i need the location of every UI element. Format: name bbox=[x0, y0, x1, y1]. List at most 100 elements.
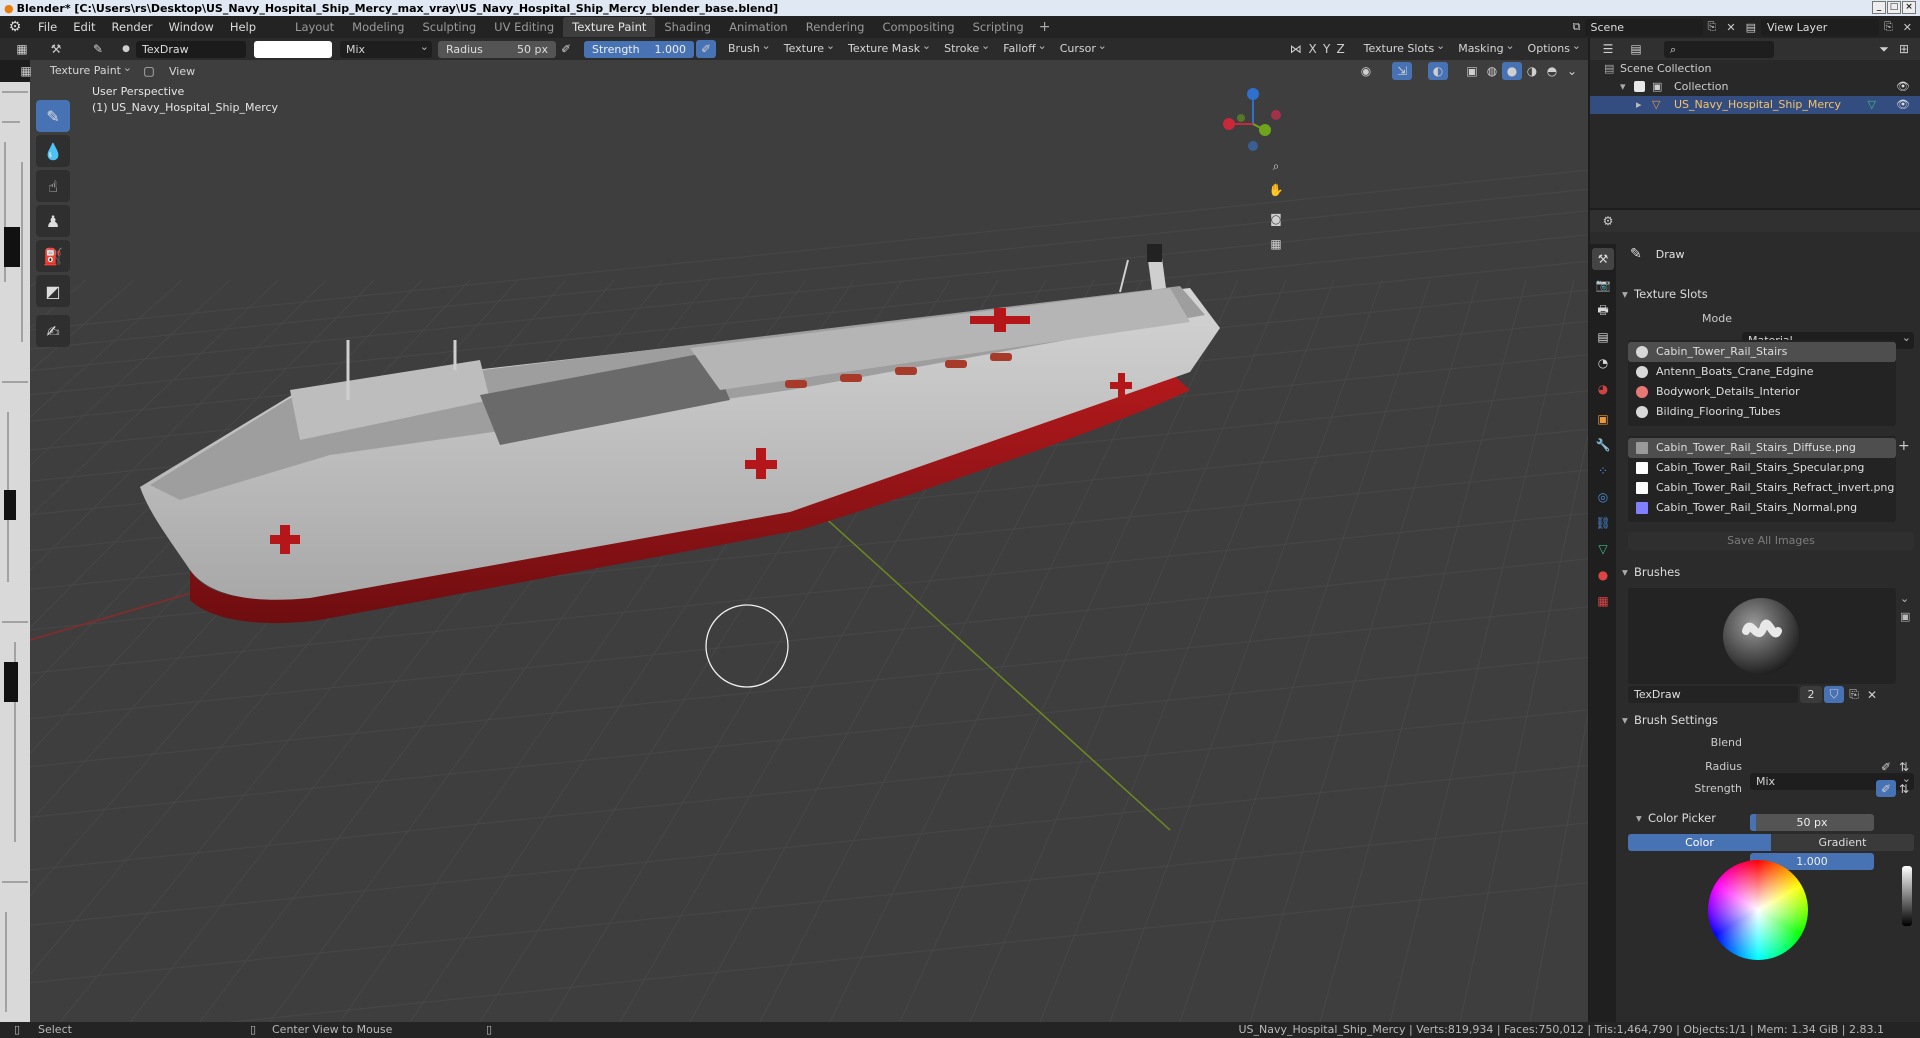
mask-tool-icon[interactable]: ◩ bbox=[36, 275, 70, 307]
new-scene-icon[interactable]: ⎘ bbox=[1703, 20, 1722, 34]
gizmo-x-icon[interactable] bbox=[1223, 118, 1235, 130]
object-tab-icon[interactable]: ▣ bbox=[1592, 408, 1614, 430]
brush-color-swatch[interactable] bbox=[254, 40, 332, 58]
pan-hand-icon[interactable]: ✋ bbox=[1266, 178, 1286, 202]
outliner-object-row[interactable]: ▸ ▽ US_Navy_Hospital_Ship_Mercy ▽ 👁 bbox=[1590, 96, 1920, 114]
strength-pressure-toggle-icon[interactable]: ✐ bbox=[1876, 780, 1896, 797]
view-layer-icon[interactable]: ▤ bbox=[1741, 21, 1761, 34]
solid-shading-icon[interactable]: ● bbox=[1502, 62, 1522, 80]
shading-options-icon[interactable]: ⌄ bbox=[1562, 62, 1582, 80]
brush-name-field[interactable]: TexDraw bbox=[1628, 686, 1798, 703]
clone-tool-icon[interactable]: ♟ bbox=[36, 205, 70, 237]
add-slot-icon[interactable]: + bbox=[1898, 438, 1910, 454]
scene-icon[interactable]: ⧉ bbox=[1569, 20, 1585, 34]
view-layer-field[interactable]: View Layer bbox=[1760, 18, 1879, 36]
gizmo-y-icon[interactable] bbox=[1259, 124, 1271, 136]
mirror-z-toggle[interactable]: Z bbox=[1334, 40, 1348, 58]
material-tab-icon[interactable]: ● bbox=[1592, 564, 1614, 586]
menu-help[interactable]: Help bbox=[222, 16, 264, 38]
world-tab-icon[interactable]: ◕ bbox=[1592, 378, 1614, 400]
modifier-tab-icon[interactable]: 🔧 bbox=[1592, 434, 1614, 456]
zoom-icon[interactable]: ⌕ bbox=[1266, 154, 1286, 178]
gradient-tab[interactable]: Gradient bbox=[1771, 834, 1914, 851]
image-slot-item[interactable]: Cabin_Tower_Rail_Stairs_Specular.png bbox=[1628, 458, 1896, 478]
radius-pressure-icon[interactable]: ✐ bbox=[556, 40, 576, 58]
workspace-tab-layout[interactable]: Layout bbox=[286, 17, 343, 37]
workspace-tab-shading[interactable]: Shading bbox=[655, 17, 720, 37]
texture-dropdown[interactable]: Texture bbox=[778, 37, 838, 58]
material-slot-item[interactable]: Bilding_Flooring_Tubes bbox=[1628, 402, 1896, 422]
collection-visibility-icon[interactable]: 👁 bbox=[1896, 78, 1910, 96]
constraints-tab-icon[interactable]: ⛓ bbox=[1592, 512, 1614, 534]
mirror-y-toggle[interactable]: Y bbox=[1320, 40, 1334, 58]
gizmo-z-icon[interactable] bbox=[1247, 88, 1259, 100]
menu-file[interactable]: File bbox=[30, 16, 65, 38]
texture-tab-icon[interactable]: ▦ bbox=[1592, 590, 1614, 612]
brush-preview-box[interactable] bbox=[1628, 588, 1896, 684]
menu-edit[interactable]: Edit bbox=[65, 16, 103, 38]
unlink-brush-icon[interactable]: ✕ bbox=[1862, 686, 1882, 703]
new-view-layer-icon[interactable]: ⎘ bbox=[1879, 20, 1898, 34]
material-slot-item[interactable]: Cabin_Tower_Rail_Stairs bbox=[1628, 342, 1896, 362]
particles-tab-icon[interactable]: ⁘ bbox=[1592, 460, 1614, 482]
rendered-shading-icon[interactable]: ◓ bbox=[1542, 62, 1562, 80]
view-layer-tab-icon[interactable]: ▤ bbox=[1592, 326, 1614, 348]
wireframe-shading-icon[interactable]: ◍ bbox=[1482, 62, 1502, 80]
outliner-editor-icon[interactable]: ☰ bbox=[1598, 40, 1618, 58]
tool-tab-icon[interactable]: ⚒ bbox=[1592, 248, 1614, 270]
properties-editor-icon[interactable]: ⚙ bbox=[1598, 212, 1618, 230]
maximize-button[interactable]: □ bbox=[1887, 1, 1901, 14]
xray-icon[interactable]: ▣ bbox=[1462, 62, 1482, 80]
menu-window[interactable]: Window bbox=[160, 16, 221, 38]
draw-tool-icon[interactable]: ✎ bbox=[36, 100, 70, 132]
options-dropdown[interactable]: Options bbox=[1522, 37, 1584, 58]
material-slot-item[interactable]: Antenn_Boats_Crane_Edgine bbox=[1628, 362, 1896, 382]
strength-curve-icon[interactable]: ⇅ bbox=[1894, 780, 1914, 797]
gizmo-neg-x-icon[interactable] bbox=[1271, 110, 1281, 120]
mode-dropdown[interactable]: Texture Paint bbox=[44, 59, 135, 80]
fill-tool-icon[interactable]: ⛽ bbox=[36, 240, 70, 272]
image-slot-item[interactable]: Cabin_Tower_Rail_Stairs_Diffuse.png bbox=[1628, 438, 1896, 458]
visibility-icon[interactable]: ◉ bbox=[1356, 62, 1376, 80]
checkbox-icon[interactable] bbox=[1634, 81, 1645, 92]
smear-tool-icon[interactable]: ☝ bbox=[36, 170, 70, 202]
color-tab[interactable]: Color bbox=[1628, 834, 1771, 851]
workspace-tab-texture-paint[interactable]: Texture Paint bbox=[563, 17, 656, 37]
blender-menu-icon[interactable]: ⚙ bbox=[0, 19, 30, 35]
brush-thumbnail-icon[interactable]: ▣ bbox=[1900, 610, 1910, 623]
gizmo-toggle-icon[interactable]: ⇲ bbox=[1392, 62, 1412, 80]
stroke-dropdown[interactable]: Stroke bbox=[938, 37, 993, 58]
workspace-tab-uv-editing[interactable]: UV Editing bbox=[485, 17, 563, 37]
delete-scene-icon[interactable]: ✕ bbox=[1721, 21, 1740, 34]
output-tab-icon[interactable]: 🖶 bbox=[1592, 300, 1614, 322]
mirror-icon[interactable]: ⋈ bbox=[1286, 40, 1306, 58]
brush-expand-icon[interactable]: ⌄ bbox=[1900, 592, 1909, 605]
menu-render[interactable]: Render bbox=[104, 16, 161, 38]
blend-mode-dropdown[interactable]: Mix bbox=[340, 38, 432, 58]
gizmo-neg-y-icon[interactable] bbox=[1237, 114, 1245, 122]
workspace-tab-compositing[interactable]: Compositing bbox=[873, 17, 963, 37]
render-tab-icon[interactable]: 📷 bbox=[1592, 274, 1614, 296]
soften-tool-icon[interactable]: 💧 bbox=[36, 135, 70, 167]
brushes-panel-header[interactable]: Brushes bbox=[1620, 562, 1918, 582]
color-picker-panel-header[interactable]: Color Picker bbox=[1634, 808, 1904, 828]
outliner-display-mode-icon[interactable]: ▤ bbox=[1626, 40, 1646, 58]
masking-dropdown[interactable]: Masking bbox=[1452, 37, 1517, 58]
brush-users-field[interactable]: 2 bbox=[1800, 686, 1822, 703]
filter-icon[interactable]: ⏷ bbox=[1874, 40, 1894, 58]
delete-view-layer-icon[interactable]: ✕ bbox=[1898, 21, 1920, 34]
brush-settings-panel-header[interactable]: Brush Settings bbox=[1620, 710, 1918, 730]
data-tab-icon[interactable]: ▽ bbox=[1592, 538, 1614, 560]
mask-toggle-icon[interactable]: ▢ bbox=[139, 62, 159, 80]
minimize-button[interactable]: _ bbox=[1872, 1, 1886, 14]
strength-pressure-icon[interactable]: ✐ bbox=[696, 40, 716, 58]
texture-slots-dropdown[interactable]: Texture Slots bbox=[1358, 37, 1449, 58]
outliner-collection[interactable]: ▾ ▣ Collection 👁 bbox=[1590, 78, 1920, 96]
brush-icon[interactable]: ● bbox=[116, 40, 136, 58]
brush-dropdown[interactable]: Brush bbox=[722, 37, 774, 58]
radius-slider[interactable]: Radius 50 px bbox=[438, 40, 556, 58]
expand-arrow-icon[interactable]: ▸ bbox=[1636, 96, 1642, 114]
falloff-dropdown[interactable]: Falloff bbox=[997, 37, 1049, 58]
material-shading-icon[interactable]: ◑ bbox=[1522, 62, 1542, 80]
overlays-toggle-icon[interactable]: ◐ bbox=[1428, 62, 1448, 80]
